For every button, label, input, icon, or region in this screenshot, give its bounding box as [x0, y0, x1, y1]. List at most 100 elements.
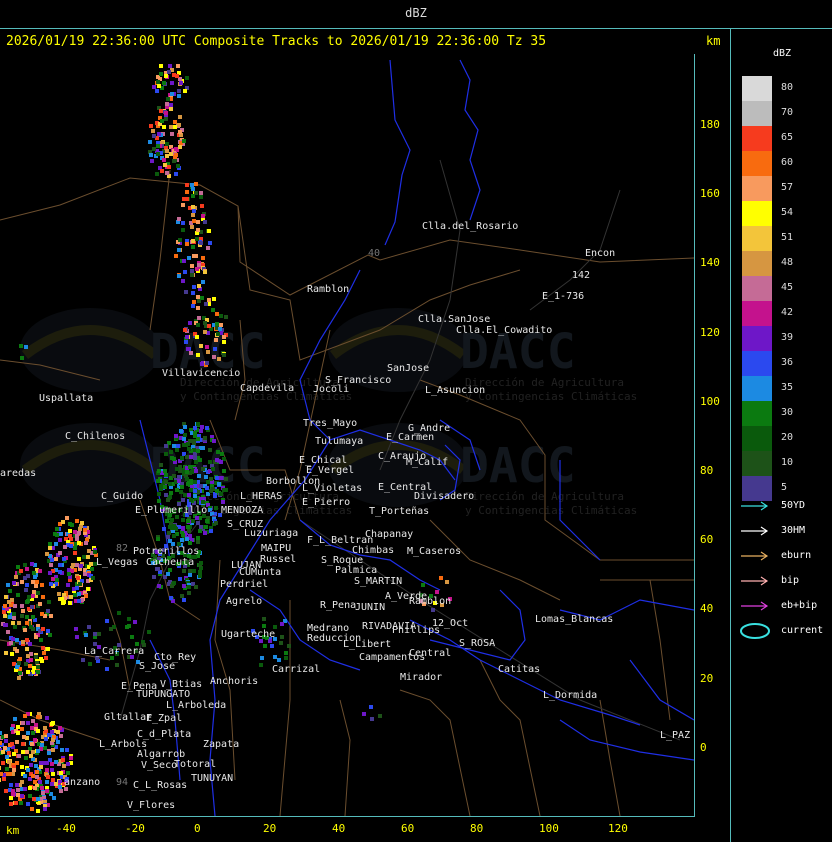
radar-pixel [16, 788, 20, 792]
radar-pixel [82, 555, 86, 559]
radar-pixel [194, 585, 198, 589]
radar-pixel [204, 302, 208, 306]
radar-pixel [20, 580, 24, 584]
radar-pixel [185, 477, 189, 481]
radar-pixel [16, 793, 20, 797]
radar-pixel [219, 476, 223, 480]
radar-pixel [34, 584, 38, 588]
x-tick-label: -40 [56, 822, 76, 835]
radar-pixel [84, 633, 88, 637]
radar-pixel [59, 789, 63, 793]
colorbar-label: 5 [781, 482, 788, 493]
radar-pixel [84, 541, 88, 545]
radar-pixel [45, 716, 49, 720]
y-tick-label: 180 [700, 118, 720, 131]
radar-pixel [44, 737, 48, 741]
radar-pixel [55, 533, 59, 537]
colorbar-swatch [742, 201, 772, 226]
radar-pixel [54, 760, 58, 764]
radar-pixel [13, 717, 17, 721]
track-arrow-icon [741, 576, 769, 586]
radar-pixel [194, 460, 198, 464]
place-label: La_Carrera [84, 646, 144, 657]
radar-pixel [184, 290, 188, 294]
radar-pixel [219, 314, 223, 318]
place-label: TUPUNGATO [136, 689, 190, 700]
radar-pixel [39, 638, 43, 642]
radar-pixel [152, 134, 156, 138]
track-arrow-icon [741, 501, 769, 511]
radar-pixel [378, 714, 382, 718]
radar-pixel [33, 738, 37, 742]
place-label: Totoral [174, 759, 216, 770]
radar-pixel [16, 565, 20, 569]
radar-pixel [189, 455, 193, 459]
place-label: C_L_Rosas [133, 780, 187, 791]
radar-pixel [224, 488, 228, 492]
radar-pixel [196, 521, 200, 525]
track-arrow-icon [741, 526, 769, 536]
radar-pixel [219, 492, 223, 496]
radar-pixel [182, 139, 186, 143]
radar-pixel [62, 764, 66, 768]
radar-pixel [177, 479, 181, 483]
radar-pixel [35, 580, 39, 584]
radar-pixel [20, 765, 24, 769]
radar-pixel [188, 439, 192, 443]
radar-pixel [13, 625, 17, 629]
y-tick-label: 100 [700, 394, 720, 408]
radar-pixel [26, 731, 30, 735]
radar-pixel [48, 546, 52, 550]
map-canvas[interactable]: DACC Dirección de Agricultura y Continge… [0, 54, 695, 817]
radar-pixel [177, 248, 181, 252]
radar-map[interactable]: DACC Dirección de Agricultura y Continge… [0, 54, 695, 817]
place-label: E_Vergel [306, 465, 354, 476]
radar-pixel [3, 604, 7, 608]
radar-pixel [77, 541, 81, 545]
radar-pixel [165, 149, 169, 153]
radar-pixel [31, 731, 35, 735]
radar-pixel [178, 238, 182, 242]
radar-pixel [127, 617, 131, 621]
colorbar-swatch [742, 101, 772, 126]
colorbar-label: 35 [781, 382, 794, 393]
x-tick-label: 80 [470, 822, 484, 835]
place-label: MENDOZA [221, 505, 263, 516]
radar-pixel [185, 183, 189, 187]
radar-pixel [181, 533, 185, 537]
radar-pixel [172, 581, 176, 585]
radar-pixel [259, 663, 263, 667]
radar-pixel [25, 583, 29, 587]
radar-pixel [214, 506, 218, 510]
radar-pixel [197, 316, 201, 320]
radar-pixel [187, 529, 191, 533]
radar-pixel [50, 782, 54, 786]
radar-pixel [31, 719, 35, 723]
radar-pixel [192, 285, 196, 289]
radar-pixel [47, 600, 51, 604]
radar-pixel [87, 625, 91, 629]
radar-pixel [215, 489, 219, 493]
header-title: dBZ [405, 6, 427, 20]
radar-pixel [280, 622, 284, 626]
place-label: JUNIN [355, 602, 385, 613]
radar-pixel [196, 353, 200, 357]
colorbar-label: 45 [781, 282, 794, 293]
place-label: 82 [116, 543, 128, 554]
y-tick-label: 40 [700, 602, 714, 616]
radar-pixel [188, 465, 192, 469]
radar-pixel [62, 557, 66, 561]
radar-pixel [206, 350, 210, 354]
radar-pixel [270, 644, 274, 648]
radar-pixel [166, 498, 170, 502]
radar-pixel [69, 595, 73, 599]
radar-pixel [445, 580, 449, 584]
radar-pixel [68, 601, 72, 605]
radar-pixel [219, 460, 223, 464]
place-label: Clla.del_Rosario [422, 221, 518, 232]
radar-pixel [41, 595, 45, 599]
radar-pixel [370, 717, 374, 721]
radar-pixel [212, 439, 216, 443]
radar-pixel [205, 486, 209, 490]
radar-pixel [199, 241, 203, 245]
